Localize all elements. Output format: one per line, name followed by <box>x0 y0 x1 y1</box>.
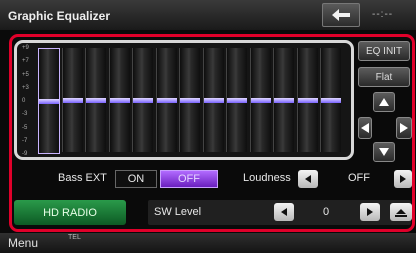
down-button[interactable] <box>373 142 395 162</box>
eq-band-9[interactable] <box>226 48 247 152</box>
db-scale-label: -3 <box>22 111 28 118</box>
db-scale: +9 +7 +5 +3 0 -3 -5 -7 -9 <box>22 45 36 157</box>
sw-level-down-button[interactable] <box>274 203 294 221</box>
eq-band-1[interactable] <box>38 48 60 154</box>
eq-band-slider[interactable] <box>321 98 341 103</box>
db-scale-label: +3 <box>22 84 29 91</box>
eq-band-slider[interactable] <box>156 98 177 103</box>
loudness-label: Loudness <box>243 172 291 184</box>
db-scale-label: -5 <box>22 124 28 131</box>
triangle-down-icon <box>379 148 389 156</box>
eq-band-slider[interactable] <box>180 98 200 103</box>
eq-init-label: EQ INIT <box>365 45 403 57</box>
eq-init-button[interactable]: EQ INIT <box>358 41 410 61</box>
bass-off-label: OFF <box>178 173 200 185</box>
eq-band-12[interactable] <box>296 48 318 152</box>
collapse-button[interactable] <box>390 203 412 221</box>
eq-band-slider[interactable] <box>62 98 83 103</box>
loudness-value: OFF <box>348 172 370 184</box>
eq-band-10[interactable] <box>249 48 271 152</box>
db-scale-label: +7 <box>22 58 29 65</box>
collapse-icon <box>395 209 407 217</box>
db-scale-label: +9 <box>22 45 29 51</box>
page-title: Graphic Equalizer <box>8 9 111 23</box>
back-button[interactable] <box>322 3 360 27</box>
eq-band-5[interactable] <box>132 48 153 152</box>
bass-ext-label: Bass EXT <box>58 172 107 184</box>
triangle-left-icon <box>281 208 287 216</box>
flat-button[interactable]: Flat <box>358 67 410 87</box>
eq-band-3[interactable] <box>85 48 106 152</box>
eq-band-8[interactable] <box>202 48 224 152</box>
eq-band-slider[interactable] <box>227 98 247 103</box>
right-button[interactable] <box>396 117 412 139</box>
db-scale-label: +5 <box>22 71 29 78</box>
up-button[interactable] <box>373 92 395 112</box>
eq-band-4[interactable] <box>108 48 130 152</box>
eq-band-7[interactable] <box>179 48 200 152</box>
eq-band-slider[interactable] <box>297 98 318 103</box>
eq-band-slider[interactable] <box>133 98 153 103</box>
tel-indicator: TEL <box>68 234 81 241</box>
loudness-next-button[interactable] <box>394 170 412 188</box>
db-scale-label: -7 <box>22 137 28 144</box>
sw-level-value: 0 <box>323 206 330 218</box>
eq-band-slider[interactable] <box>86 98 106 103</box>
triangle-up-icon <box>379 98 389 106</box>
back-arrow-icon <box>332 9 350 21</box>
eq-band-slider[interactable] <box>39 99 59 104</box>
db-scale-label: -9 <box>22 151 28 157</box>
hd-radio-button[interactable]: HD RADIO <box>14 200 126 225</box>
sw-level-label: SW Level <box>154 206 202 218</box>
triangle-right-icon <box>400 123 408 133</box>
bass-off-button[interactable]: OFF <box>160 170 218 188</box>
bass-on-button[interactable]: ON <box>115 170 157 188</box>
sw-level-up-button[interactable] <box>360 203 380 221</box>
eq-band-slider[interactable] <box>274 98 294 103</box>
bass-on-label: ON <box>127 173 145 185</box>
eq-band-slider[interactable] <box>250 98 271 103</box>
triangle-right-icon <box>367 208 373 216</box>
eq-band-11[interactable] <box>273 48 294 152</box>
loudness-prev-button[interactable] <box>298 170 318 188</box>
hd-radio-label: HD RADIO <box>43 206 97 219</box>
triangle-left-icon <box>305 175 311 183</box>
clock: --:-- <box>372 9 394 20</box>
eq-band-slider[interactable] <box>109 98 130 103</box>
triangle-right-icon <box>400 175 406 183</box>
menu-button[interactable]: Menu <box>8 236 38 250</box>
flat-label: Flat <box>375 71 393 83</box>
eq-band-slider[interactable] <box>203 98 224 103</box>
db-scale-label: 0 <box>22 98 26 104</box>
eq-band-6[interactable] <box>155 48 177 152</box>
menu-bar <box>0 233 416 253</box>
eq-band-13[interactable] <box>320 48 341 152</box>
triangle-left-icon <box>361 123 369 133</box>
left-button[interactable] <box>358 117 372 139</box>
eq-band-2[interactable] <box>61 48 83 152</box>
